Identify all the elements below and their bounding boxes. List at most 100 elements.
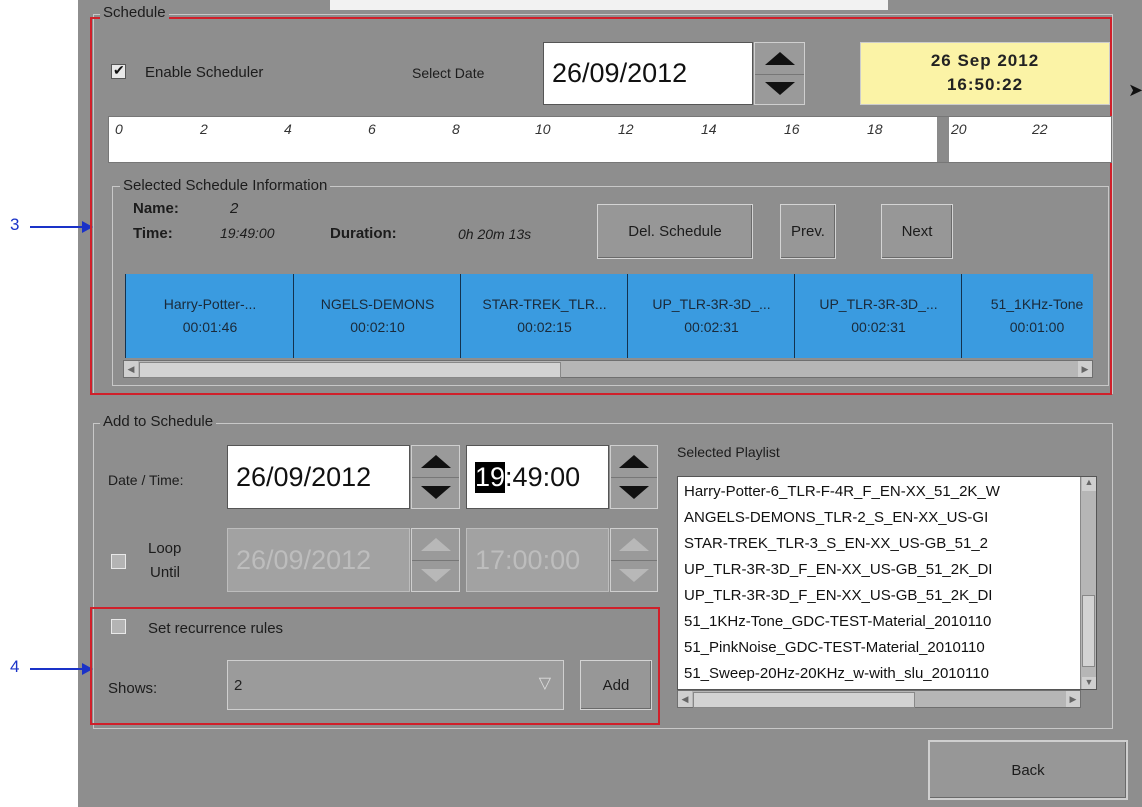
- day-timeline[interactable]: 0 2 4 6 8 10 12 14 16 18 20 22: [108, 116, 1112, 163]
- stepper-down-icon: [412, 560, 459, 591]
- back-button[interactable]: Back: [928, 740, 1128, 800]
- clock-time: 16:50:22: [946, 75, 1024, 94]
- schedule-tile[interactable]: UP_TLR-3R-3D_... 00:02:31: [794, 274, 964, 358]
- shows-label: Shows:: [108, 680, 158, 697]
- mouse-cursor-icon: ➤: [1128, 80, 1142, 100]
- tile-title: NGELS-DEMONS: [320, 296, 435, 312]
- timeline-tick: 12: [618, 121, 634, 137]
- playlist-item[interactable]: ANGELS-DEMONS_TLR-2_S_EN-XX_US-GI: [684, 509, 988, 526]
- timeline-tick: 6: [368, 121, 376, 137]
- timeline-tick: 20: [951, 121, 967, 137]
- time-value: 19:49:00: [220, 225, 275, 241]
- playlist-listbox[interactable]: Harry-Potter-6_TLR-F-4R_F_EN-XX_51_2K_W …: [677, 476, 1097, 690]
- add-date-stepper[interactable]: [411, 445, 460, 509]
- playlist-item[interactable]: 51_1KHz-Tone_GDC-TEST-Material_2010110: [684, 613, 991, 630]
- timeline-tick: 2: [200, 121, 208, 137]
- playlist-item[interactable]: Harry-Potter-6_TLR-F-4R_F_EN-XX_51_2K_W: [684, 483, 1000, 500]
- add-date-field[interactable]: 26/09/2012: [227, 445, 410, 509]
- stepper-up-icon[interactable]: [412, 446, 459, 478]
- loop-time-stepper: [610, 528, 658, 592]
- timeline-tick: 22: [1032, 121, 1048, 137]
- add-button[interactable]: Add: [580, 660, 652, 710]
- top-strip: [330, 0, 888, 10]
- playlist-item[interactable]: STAR-TREK_TLR-3_S_EN-XX_US-GB_51_2: [684, 535, 988, 552]
- next-button[interactable]: Next: [881, 204, 953, 259]
- tiles-scroll-thumb[interactable]: [139, 362, 561, 378]
- dropdown-arrow-icon[interactable]: ▽: [539, 673, 551, 693]
- tiles-scrollbar[interactable]: ◀ ▶: [123, 360, 1093, 378]
- clock-display: 26 Sep 2012 16:50:22: [860, 42, 1110, 105]
- duration-label: Duration:: [330, 225, 397, 242]
- tile-duration: 00:01:46: [182, 319, 238, 335]
- schedule-tile[interactable]: UP_TLR-3R-3D_... 00:02:31: [627, 274, 797, 358]
- stepper-down-icon[interactable]: [412, 477, 459, 508]
- stepper-up-icon: [412, 529, 459, 561]
- loop-time-field: 17:00:00: [466, 528, 609, 592]
- schedule-tile[interactable]: NGELS-DEMONS 00:02:10: [293, 274, 463, 358]
- name-value: 2: [230, 200, 239, 217]
- selected-info-legend: Selected Schedule Information: [120, 177, 331, 194]
- datetime-label: Date / Time:: [108, 472, 184, 488]
- playlist-hscroll-thumb[interactable]: [693, 692, 915, 708]
- until-label: Until: [150, 564, 181, 581]
- schedule-tile[interactable]: 51_1KHz-Tone 00:01:00: [961, 274, 1093, 358]
- recurrence-checkbox[interactable]: [111, 619, 126, 634]
- add-time-hour-selection: 19: [475, 461, 506, 493]
- annotation-arrow-4: [30, 668, 82, 670]
- stepper-up-icon[interactable]: [755, 43, 804, 75]
- scroll-right-icon[interactable]: ▶: [1078, 361, 1092, 377]
- stepper-up-icon[interactable]: [611, 446, 657, 478]
- time-label: Time:: [133, 225, 173, 242]
- schedule-tile[interactable]: STAR-TREK_TLR... 00:02:15: [460, 274, 630, 358]
- playlist-item[interactable]: UP_TLR-3R-3D_F_EN-XX_US-GB_51_2K_DI: [684, 587, 992, 604]
- playlist-hscrollbar[interactable]: ◀ ▶: [677, 690, 1081, 708]
- stepper-down-icon[interactable]: [755, 74, 804, 105]
- timeline-tick: 4: [284, 121, 292, 137]
- schedule-legend: Schedule: [100, 4, 169, 21]
- shows-select[interactable]: 2 ▽: [227, 660, 564, 710]
- tile-title: STAR-TREK_TLR...: [482, 296, 607, 312]
- timeline-tick: 16: [784, 121, 800, 137]
- tile-title: Harry-Potter-...: [163, 296, 257, 312]
- timeline-tick: 10: [535, 121, 551, 137]
- schedule-tile[interactable]: Harry-Potter-... 00:01:46: [125, 274, 296, 358]
- playlist-vscrollbar[interactable]: ▲ ▼: [1080, 477, 1096, 689]
- scroll-up-icon[interactable]: ▲: [1082, 477, 1096, 491]
- loop-until-checkbox[interactable]: [111, 554, 126, 569]
- select-date-stepper[interactable]: [754, 42, 805, 105]
- prev-button[interactable]: Prev.: [780, 204, 836, 259]
- tile-duration: 00:02:31: [684, 319, 739, 335]
- scroll-left-icon[interactable]: ◀: [678, 691, 692, 707]
- playlist-item[interactable]: UP_TLR-3R-3D_F_EN-XX_US-GB_51_2K_DI: [684, 561, 992, 578]
- enable-scheduler-label: Enable Scheduler: [145, 64, 264, 81]
- playlist-item[interactable]: 51_PinkNoise_GDC-TEST-Material_2010110: [684, 639, 985, 656]
- select-date-label: Select Date: [412, 65, 485, 81]
- timeline-tick: 14: [701, 121, 717, 137]
- stepper-down-icon[interactable]: [611, 477, 657, 508]
- playlist-vscroll-thumb[interactable]: [1082, 595, 1095, 667]
- recurrence-label: Set recurrence rules: [148, 620, 284, 637]
- tile-duration: 00:02:10: [350, 319, 405, 335]
- annotation-marker-3: 3: [10, 215, 20, 234]
- tile-title: UP_TLR-3R-3D_...: [819, 296, 938, 312]
- name-label: Name:: [133, 200, 179, 217]
- scroll-right-icon[interactable]: ▶: [1066, 691, 1080, 707]
- loop-date-stepper: [411, 528, 460, 592]
- playlist-item[interactable]: 51_Sweep-20Hz-20KHz_w-with_slu_2010110: [684, 665, 989, 682]
- enable-scheduler-checkbox[interactable]: [111, 62, 126, 79]
- add-time-stepper[interactable]: [610, 445, 658, 509]
- select-date-field[interactable]: 26/09/2012: [543, 42, 753, 105]
- scroll-left-icon[interactable]: ◀: [124, 361, 138, 377]
- selected-playlist-label: Selected Playlist: [677, 444, 780, 460]
- stepper-down-icon: [611, 560, 657, 591]
- tile-duration: 00:02:15: [517, 319, 572, 335]
- clock-date: 26 Sep 2012: [930, 51, 1040, 70]
- timeline-schedule-marker[interactable]: [937, 117, 949, 162]
- timeline-tick: 0: [115, 121, 123, 137]
- add-time-rest: :49:00: [505, 461, 581, 492]
- scroll-down-icon[interactable]: ▼: [1082, 677, 1096, 689]
- duration-value: 0h 20m 13s: [458, 226, 532, 242]
- delete-schedule-button[interactable]: Del. Schedule: [597, 204, 753, 259]
- loop-label: Loop: [148, 540, 182, 557]
- add-time-field[interactable]: 19:49:00: [466, 445, 609, 509]
